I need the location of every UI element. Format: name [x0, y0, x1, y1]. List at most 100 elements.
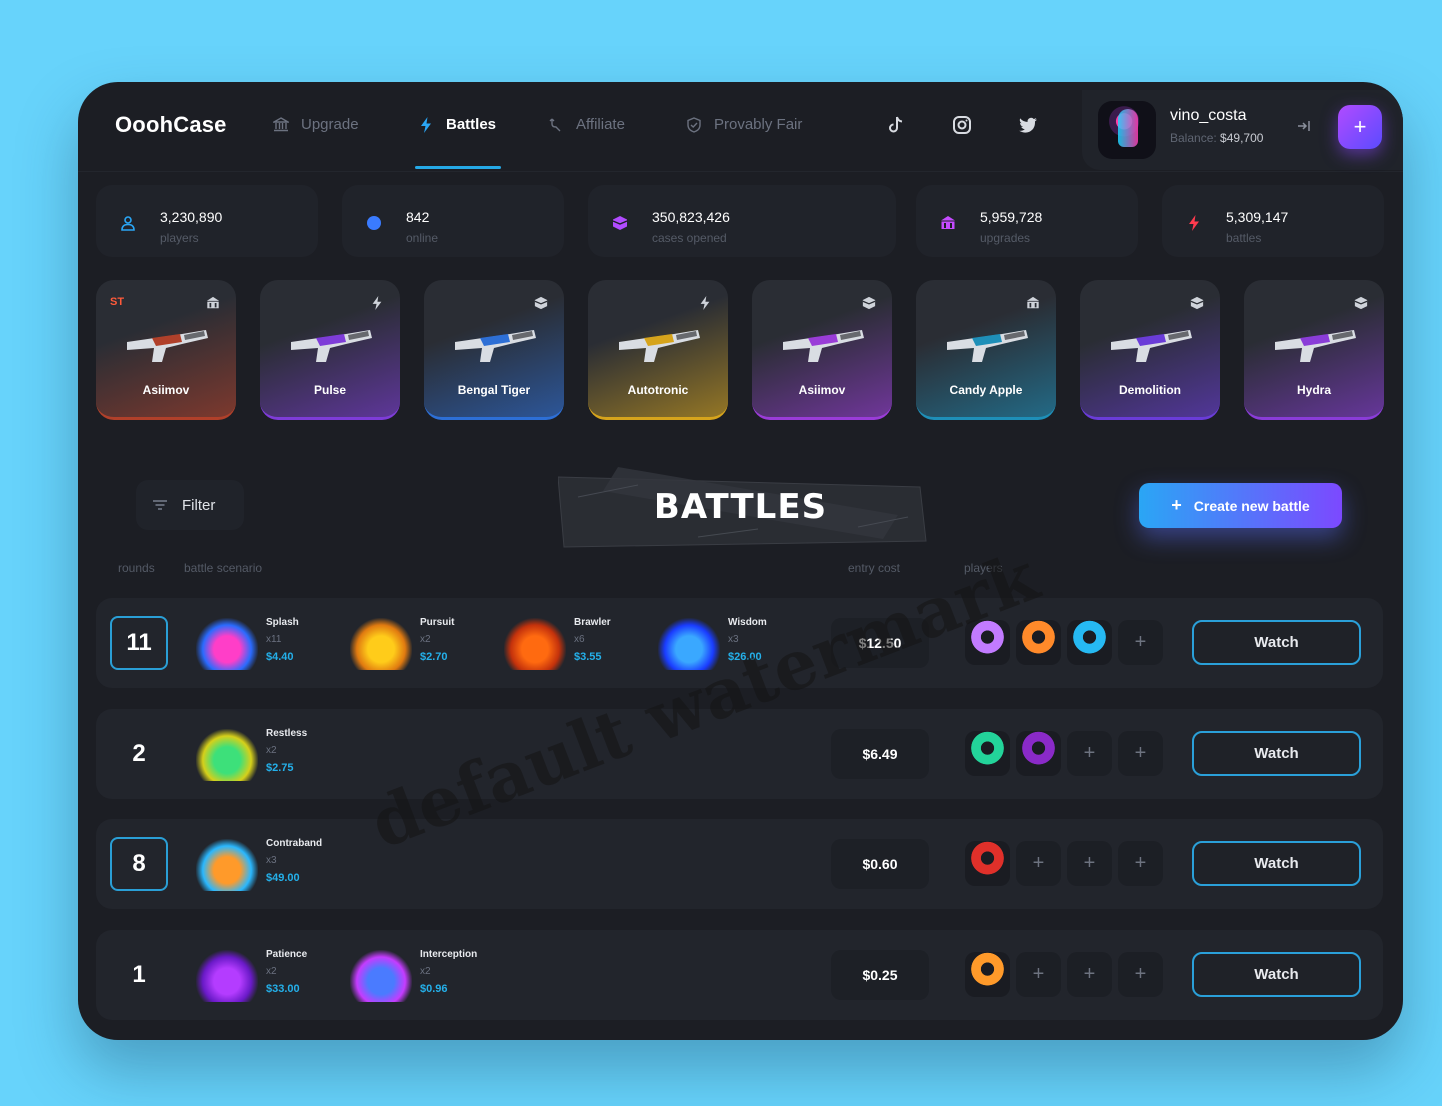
lightning-icon: [698, 296, 712, 310]
skin-name: Autotronic: [627, 383, 689, 397]
plus-icon: +: [1171, 495, 1182, 515]
add-funds-button[interactable]: +: [1338, 105, 1382, 149]
case-item[interactable]: Wisdom x3 $26.00: [650, 608, 795, 678]
join-slot-button[interactable]: +: [1118, 841, 1163, 886]
tiktok-icon[interactable]: [885, 114, 907, 136]
join-slot-button[interactable]: +: [1016, 952, 1061, 997]
balance: Balance: $49,700: [1170, 131, 1263, 145]
case-item[interactable]: Brawler x6 $3.55: [496, 608, 641, 678]
twitter-icon[interactable]: [1017, 114, 1039, 136]
create-battle-label: Create new battle: [1193, 497, 1310, 514]
logo[interactable]: OoohCase: [115, 112, 227, 138]
nav-affiliate-label: Affiliate: [576, 116, 625, 133]
join-slot-button[interactable]: +: [1016, 841, 1061, 886]
plus-icon: +: [1032, 963, 1045, 985]
nav-upgrade-label: Upgrade: [301, 116, 359, 133]
case-item[interactable]: Splash x11 $4.40: [188, 608, 333, 678]
skin-card[interactable]: Bengal Tiger: [424, 280, 564, 420]
case-icon: [1354, 296, 1368, 310]
weapon-image: [1111, 330, 1192, 362]
rounds-count: 1: [132, 961, 146, 988]
skin-card[interactable]: Candy Apple: [916, 280, 1056, 420]
case-price: $2.70: [420, 651, 448, 663]
player-avatar[interactable]: [965, 620, 1010, 665]
case-name: Interception: [420, 949, 478, 960]
lightning-icon: [421, 116, 431, 133]
rounds-count: 11: [110, 616, 168, 670]
watch-button[interactable]: Watch: [1192, 841, 1361, 886]
player-avatar[interactable]: [1067, 620, 1112, 665]
weapon-image: [947, 330, 1028, 362]
case-name: Splash: [266, 617, 299, 628]
watch-button[interactable]: Watch: [1192, 952, 1361, 997]
case-item[interactable]: Pursuit x2 $2.70: [342, 608, 487, 678]
case-item[interactable]: Contraband x3 $49.00: [188, 829, 333, 899]
case-image: [658, 618, 720, 670]
skin-name: Demolition: [1119, 383, 1181, 397]
join-slot-button[interactable]: +: [1118, 952, 1163, 997]
player-avatar[interactable]: [1016, 731, 1061, 776]
bank-icon: [941, 216, 955, 229]
logout-icon[interactable]: [1296, 118, 1312, 134]
skin-card[interactable]: Asiimov: [752, 280, 892, 420]
case-icon: [534, 296, 548, 310]
player-avatar[interactable]: [965, 841, 1010, 886]
player-avatar[interactable]: [1016, 620, 1061, 665]
battle-row: 1 Patience x2 $33.00 Interception x2 $0.…: [96, 930, 1383, 1020]
nav-provably-fair[interactable]: Provably Fair: [686, 116, 802, 133]
plus-icon: +: [1083, 963, 1096, 985]
bank-icon: [206, 296, 220, 310]
skin-card[interactable]: Demolition: [1080, 280, 1220, 420]
case-image: [350, 950, 412, 1002]
stat-value: 350,823,426: [652, 209, 730, 225]
case-multiplier: x2: [420, 966, 431, 977]
skin-card[interactable]: ST Asiimov: [96, 280, 236, 420]
skin-name: Hydra: [1296, 383, 1331, 397]
plus-icon: +: [1134, 631, 1147, 653]
join-slot-button[interactable]: +: [1067, 952, 1112, 997]
case-icon: [612, 216, 628, 230]
plus-icon: +: [1032, 852, 1045, 874]
case-icon: [862, 296, 876, 310]
entry-cost: $6.49: [831, 729, 929, 779]
join-slot-button[interactable]: +: [1118, 620, 1163, 665]
skin-card[interactable]: Autotronic: [588, 280, 728, 420]
player-avatar[interactable]: [965, 731, 1010, 776]
nav-provably-fair-label: Provably Fair: [714, 116, 803, 133]
watch-button[interactable]: Watch: [1192, 620, 1361, 665]
plus-icon: +: [1134, 742, 1147, 764]
join-slot-button[interactable]: +: [1067, 731, 1112, 776]
case-item[interactable]: Interception x2 $0.96: [342, 940, 487, 1010]
user-icon: [121, 216, 135, 231]
player-avatar[interactable]: [965, 952, 1010, 997]
skin-card[interactable]: Hydra: [1244, 280, 1384, 420]
avatar[interactable]: [1098, 101, 1156, 159]
case-item[interactable]: Restless x2 $2.75: [188, 719, 333, 789]
watch-button[interactable]: Watch: [1192, 731, 1361, 776]
nav-affiliate[interactable]: Affiliate: [548, 116, 625, 133]
active-tab-indicator: [415, 166, 501, 169]
col-players: players: [964, 561, 1003, 575]
skin-name: Pulse: [313, 383, 346, 397]
case-name: Pursuit: [420, 617, 455, 628]
join-slot-button[interactable]: +: [1118, 731, 1163, 776]
join-slot-button[interactable]: +: [1067, 841, 1112, 886]
entry-cost: $12.50: [831, 618, 929, 668]
nav-upgrade[interactable]: Upgrade: [273, 116, 359, 133]
top-nav: OoohCase Upgrade Battles Affiliate Prova…: [78, 82, 1403, 172]
case-multiplier: x2: [266, 966, 277, 977]
case-item[interactable]: Patience x2 $33.00: [188, 940, 333, 1010]
username: vino_costa: [1170, 107, 1247, 124]
instagram-icon[interactable]: [951, 114, 973, 136]
skin-card[interactable]: Pulse: [260, 280, 400, 420]
weapon-image: [619, 330, 700, 362]
balance-label: Balance:: [1170, 131, 1217, 145]
skin-name: Asiimov: [798, 383, 846, 397]
create-battle-button[interactable]: + Create new battle: [1139, 483, 1342, 528]
nav-battles[interactable]: Battles: [418, 116, 496, 133]
stat-online: 842 online: [342, 185, 564, 257]
weapon-image: [455, 330, 536, 362]
case-image: [196, 950, 258, 1002]
case-multiplier: x11: [266, 634, 282, 645]
rounds-count: 2: [132, 740, 146, 767]
